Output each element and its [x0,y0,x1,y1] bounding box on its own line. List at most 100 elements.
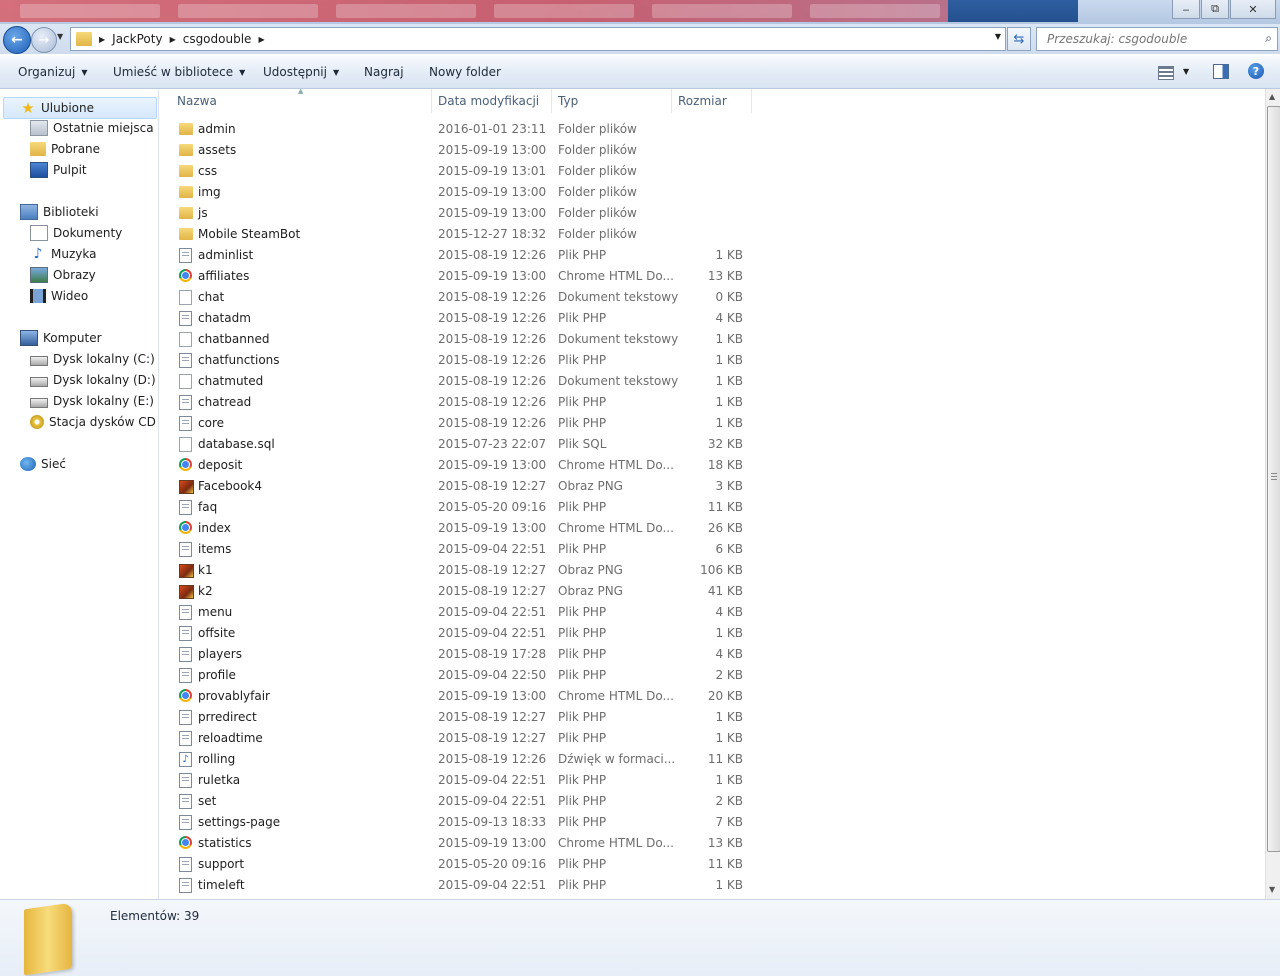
nav-drive-d[interactable]: Dysk lokalny (D:) [30,370,156,390]
column-header-type[interactable]: Typ [558,89,578,113]
nav-pictures[interactable]: Obrazy [30,265,96,285]
table-row[interactable]: adminlist 2015-08-19 12:26 Plik PHP 1 KB [159,245,759,266]
table-row[interactable]: settings-page 2015-09-13 18:33 Plik PHP 7 K… [159,812,759,833]
background-tab[interactable] [494,4,634,18]
table-row[interactable]: admin 2016-01-01 23:11 Folder plików [159,119,759,140]
background-tab[interactable] [178,4,318,18]
column-label: Nazwa [177,94,217,108]
nav-music[interactable]: ♪ Muzyka [30,244,97,264]
burn-button[interactable]: Nagraj [364,65,404,79]
maximize-button[interactable]: ⧉ [1201,0,1229,19]
chevron-right-icon[interactable]: ▶ [99,35,105,44]
view-details-icon[interactable] [1158,66,1174,80]
table-row[interactable]: menu 2015-09-04 22:51 Plik PHP 4 KB [159,602,759,623]
forward-button[interactable]: → [31,27,57,53]
nav-libraries[interactable]: Biblioteki [20,202,99,222]
table-row[interactable]: ruletka 2015-09-04 22:51 Plik PHP 1 KB [159,770,759,791]
chevron-right-icon[interactable]: ▶ [170,35,176,44]
table-row[interactable]: deposit 2015-09-19 13:00 Chrome HTML Do...… [159,455,759,476]
preview-pane-icon[interactable] [1213,64,1229,79]
nav-drive-e[interactable]: Dysk lokalny (E:) [30,391,154,411]
table-row[interactable]: core 2015-08-19 12:26 Plik PHP 1 KB [159,413,759,434]
search-input[interactable] [1045,31,1259,47]
background-tab[interactable] [652,4,792,18]
table-row[interactable]: chat 2015-08-19 12:26 Dokument tekstowy 0 K… [159,287,759,308]
organize-button[interactable]: Organizuj ▼ [18,65,87,79]
table-row[interactable]: faq 2015-05-20 09:16 Plik PHP 11 KB [159,497,759,518]
table-row[interactable]: reloadtime 2015-08-19 12:27 Plik PHP 1 KB [159,728,759,749]
table-row[interactable]: ♪ rolling 2015-08-19 12:26 Dźwięk w formaci… [159,749,759,770]
table-row[interactable]: img 2015-09-19 13:00 Folder plików [159,182,759,203]
scrollbar-thumb[interactable] [1267,106,1280,852]
refresh-button[interactable]: ⇆ [1007,27,1031,51]
include-in-library-button[interactable]: Umieść w bibliotece ▼ [113,65,245,79]
column-divider[interactable] [551,89,552,113]
background-tab[interactable] [336,4,476,18]
column-header-date-modified[interactable]: Data modyfikacji [438,89,539,113]
file-size: 2 KB [715,668,743,682]
background-tab[interactable] [810,4,940,18]
address-dropdown-icon[interactable]: ▼ [995,32,1001,41]
nav-downloads[interactable]: Pobrane [30,139,100,159]
table-row[interactable]: support 2015-05-20 09:16 Plik PHP 11 KB [159,854,759,875]
close-button[interactable]: ✕ [1230,0,1276,19]
address-bar[interactable]: ▶ JackPoty ▶ csgodouble ▶ ▼ [70,27,1006,51]
search-icon[interactable]: ⌕ [1265,31,1272,46]
nav-favorites[interactable]: ★ Ulubione [3,97,157,119]
new-folder-button[interactable]: Nowy folder [429,65,501,79]
share-button[interactable]: Udostępnij ▼ [263,65,339,79]
table-row[interactable]: players 2015-08-19 17:28 Plik PHP 4 KB [159,644,759,665]
table-row[interactable]: chatread 2015-08-19 12:26 Plik PHP 1 KB [159,392,759,413]
table-row[interactable]: k1 2015-08-19 12:27 Obraz PNG 106 KB [159,560,759,581]
nav-videos[interactable]: Wideo [30,286,88,306]
table-row[interactable]: items 2015-09-04 22:51 Plik PHP 6 KB [159,539,759,560]
table-row[interactable]: database.sql 2015-07-23 22:07 Plik SQL 32 K… [159,434,759,455]
scroll-up-icon[interactable]: ▲ [1269,92,1275,101]
table-row[interactable]: set 2015-09-04 22:51 Plik PHP 2 KB [159,791,759,812]
background-tab-active[interactable] [948,0,1078,22]
network-icon [20,457,36,471]
table-row[interactable]: statistics 2015-09-19 13:00 Chrome HTML Do… [159,833,759,854]
chevron-right-icon[interactable]: ▶ [258,35,264,44]
table-row[interactable]: chatmuted 2015-08-19 12:26 Dokument teksto… [159,371,759,392]
table-row[interactable]: Mobile SteamBot 2015-12-27 18:32 Folder pl… [159,224,759,245]
minimize-button[interactable]: ‒ [1172,0,1200,19]
column-divider[interactable] [671,89,672,113]
table-row[interactable]: prredirect 2015-08-19 12:27 Plik PHP 1 KB [159,707,759,728]
table-row[interactable]: css 2015-09-19 13:01 Folder plików [159,161,759,182]
table-row[interactable]: chatadm 2015-08-19 12:26 Plik PHP 4 KB [159,308,759,329]
column-divider[interactable] [431,89,432,113]
table-row[interactable]: chatfunctions 2015-08-19 12:26 Plik PHP 1 K… [159,350,759,371]
column-divider[interactable] [751,89,752,113]
table-row[interactable]: provablyfair 2015-09-19 13:00 Chrome HTML … [159,686,759,707]
table-row[interactable]: profile 2015-09-04 22:50 Plik PHP 2 KB [159,665,759,686]
view-options-dropdown-icon[interactable]: ▼ [1183,67,1189,76]
table-row[interactable]: Facebook4 2015-08-19 12:27 Obraz PNG 3 KB [159,476,759,497]
nav-documents[interactable]: Dokumenty [30,223,122,243]
column-header-name[interactable]: Nazwa [177,89,217,113]
table-row[interactable]: js 2015-09-19 13:00 Folder plików [159,203,759,224]
table-row[interactable]: timeleft 2015-09-04 22:51 Plik PHP 1 KB [159,875,759,896]
table-row[interactable]: index 2015-09-19 13:00 Chrome HTML Do... 26… [159,518,759,539]
nav-desktop[interactable]: Pulpit [30,160,87,180]
table-row[interactable]: k2 2015-08-19 12:27 Obraz PNG 41 KB [159,581,759,602]
nav-recent-places[interactable]: Ostatnie miejsca [30,118,154,138]
nav-computer[interactable]: Komputer [20,328,102,348]
nav-network[interactable]: Sieć [20,454,66,474]
scroll-down-icon[interactable]: ▼ [1269,885,1275,894]
table-row[interactable]: offsite 2015-09-04 22:51 Plik PHP 1 KB [159,623,759,644]
vertical-scrollbar[interactable]: ▲ ▼ [1265,89,1280,899]
table-row[interactable]: assets 2015-09-19 13:00 Folder plików [159,140,759,161]
table-row[interactable]: affiliates 2015-09-19 13:00 Chrome HTML Do… [159,266,759,287]
back-button[interactable]: ← [3,26,31,54]
help-icon[interactable]: ? [1248,63,1264,79]
column-header-size[interactable]: Rozmiar [678,89,727,113]
nav-drive-c[interactable]: Dysk lokalny (C:) [30,349,155,369]
breadcrumb-jackpoty[interactable]: JackPoty [112,32,162,46]
recent-pages-dropdown[interactable]: ▼ [57,32,63,41]
table-row[interactable]: chatbanned 2015-08-19 12:26 Dokument tekst… [159,329,759,350]
background-tab[interactable] [20,4,160,18]
file-date: 2015-09-04 22:51 [438,626,547,640]
nav-cd-drive[interactable]: Stacja dysków CD (G [30,412,158,432]
breadcrumb-csgodouble[interactable]: csgodouble [183,32,252,46]
